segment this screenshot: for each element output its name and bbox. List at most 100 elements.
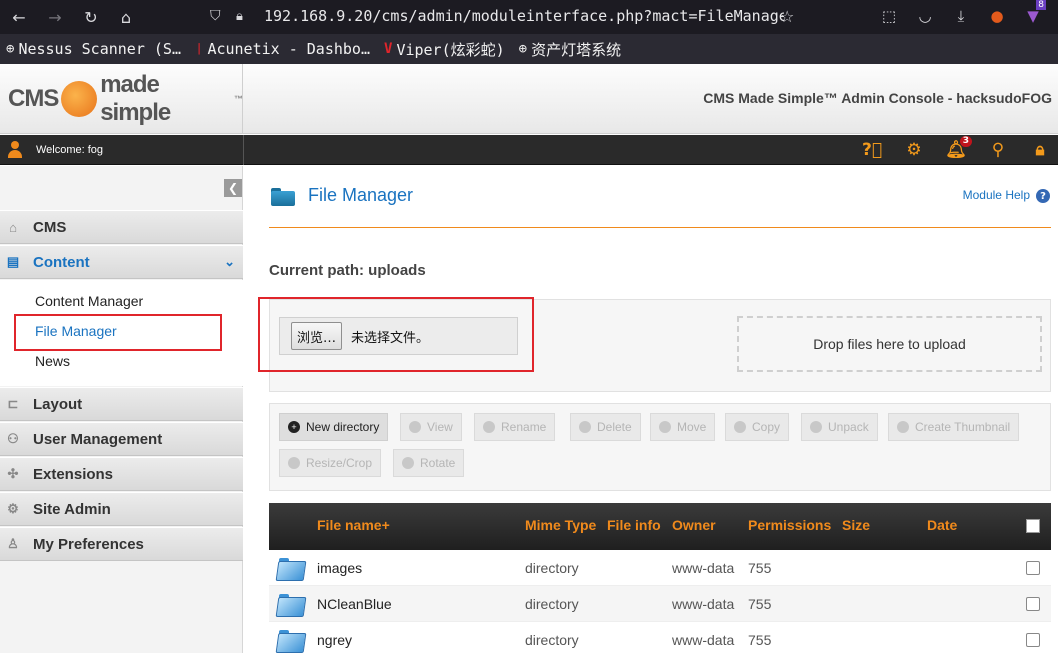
extension-icon[interactable]: ● (986, 4, 1008, 28)
puzzle-icon: ✣ (7, 466, 19, 481)
search-icon[interactable]: ⚲ (986, 139, 1010, 161)
permissions: 755 (748, 632, 772, 648)
table-row[interactable]: ngrey directory www-data 755 (269, 622, 1051, 653)
create-thumbnail-button[interactable]: Create Thumbnail (888, 413, 1020, 441)
sidebar-item-user-management[interactable]: ⚇ User Management (0, 422, 243, 456)
bookmark-star-icon[interactable]: ☆ (780, 7, 794, 26)
file-name[interactable]: ngrey (317, 632, 352, 648)
globe-icon: ⊕ (6, 41, 15, 57)
help-icon[interactable]: ? (1036, 189, 1050, 203)
plus-icon: + (288, 421, 300, 433)
gear-icon[interactable]: ⚙ (902, 139, 926, 161)
move-icon (659, 421, 671, 433)
view-icon (409, 421, 421, 433)
current-path: Current path: uploads (269, 262, 426, 279)
save-to-pocket-icon[interactable]: ⬚ (878, 4, 900, 28)
sidebar-item-extensions[interactable]: ✣ Extensions (0, 457, 243, 491)
cms-logo[interactable]: CMS made simple ™ (0, 64, 243, 134)
content-icon: ▤ (6, 254, 20, 269)
resize-crop-button[interactable]: Resize/Crop (279, 449, 382, 477)
mime-type: directory (525, 596, 579, 612)
sidebar-item-layout[interactable]: ⊏ Layout (0, 387, 243, 421)
viper-icon: V (384, 41, 393, 57)
row-checkbox[interactable] (1026, 597, 1040, 611)
column-size: Size (842, 517, 871, 533)
column-file-name[interactable]: File name+ (317, 517, 390, 533)
column-permissions: Permissions (748, 517, 832, 533)
delete-button[interactable]: Delete (570, 413, 641, 441)
address-bar[interactable]: ⛉ 🔒︎ 192.168.9.20/cms/admin/moduleinterf… (200, 1, 804, 31)
owner: www-data (672, 596, 735, 612)
extension-badge-icon[interactable]: ▼ 8 (1022, 0, 1046, 28)
bell-icon[interactable]: 🔔︎ 3 (944, 136, 972, 161)
permissions: 755 (748, 560, 772, 576)
bookmark-nessus[interactable]: ⊕ Nessus Scanner (S… (6, 40, 181, 58)
shield-icon[interactable]: ⛉ (210, 8, 221, 24)
table-header: File name+ Mime Type File info Owner Per… (269, 503, 1051, 550)
download-icon[interactable]: ⤓ (950, 4, 972, 28)
logo-island-icon (61, 81, 98, 117)
admin-toolbar: Welcome: fog ?⃝ ⚙ 🔔︎ 3 ⚲ 🔒︎ (0, 135, 1058, 165)
sidebar-item-cms[interactable]: ⌂ CMS (0, 210, 243, 244)
permissions: 755 (748, 596, 772, 612)
console-title: CMS Made Simple™ Admin Console - hacksud… (703, 90, 1052, 106)
new-directory-button[interactable]: + New directory (279, 413, 389, 441)
row-checkbox[interactable] (1026, 561, 1040, 575)
reload-icon[interactable]: ↻ (76, 2, 106, 32)
url-text[interactable]: 192.168.9.20/cms/admin/moduleinterface.p… (264, 7, 784, 25)
column-mime-type: Mime Type (525, 517, 597, 533)
file-name[interactable]: NCleanBlue (317, 596, 392, 612)
bookmark-asset-lighthouse[interactable]: ⊕ 资产灯塔系统 (519, 39, 621, 60)
select-all-checkbox[interactable] (1026, 519, 1040, 533)
logout-lock-icon[interactable]: 🔒︎ (1028, 139, 1052, 161)
rotate-button[interactable]: Rotate (393, 449, 465, 477)
submenu-content-manager[interactable]: Content Manager (35, 293, 143, 309)
image-icon (288, 457, 300, 469)
extension-badge: 8 (1036, 0, 1046, 10)
copy-button[interactable]: Copy (725, 413, 790, 441)
page-title: File Manager (308, 185, 414, 205)
folder-icon (271, 188, 295, 206)
sidebar-item-content[interactable]: ▤ Content ⌄ (0, 245, 243, 279)
folder-icon (275, 593, 307, 617)
acunetix-icon: ❘ (195, 41, 204, 57)
home-icon[interactable]: ⌂ (111, 2, 141, 32)
archive-icon (810, 421, 822, 433)
table-row[interactable]: NCleanBlue directory www-data 755 (269, 586, 1051, 622)
file-name[interactable]: images (317, 560, 362, 576)
unpack-button[interactable]: Unpack (801, 413, 878, 441)
table-row[interactable]: images directory www-data 755 (269, 550, 1051, 586)
submenu-news[interactable]: News (35, 353, 70, 369)
welcome-user: Welcome: fog (6, 141, 103, 159)
back-icon[interactable]: ← (4, 2, 34, 32)
browser-toolbar: ← → ↻ ⌂ ⛉ 🔒︎ 192.168.9.20/cms/admin/modu… (0, 0, 1058, 34)
lock-icon[interactable]: 🔒︎ (236, 9, 243, 24)
row-checkbox[interactable] (1026, 633, 1040, 647)
sidebar-item-site-admin[interactable]: ⚙ Site Admin (0, 492, 243, 526)
home-icon: ⌂ (9, 219, 17, 235)
move-button[interactable]: Move (650, 413, 716, 441)
user-icon: ♙ (7, 536, 19, 551)
trash-icon (579, 421, 591, 433)
rename-button[interactable]: Rename (474, 413, 556, 441)
user-icon (6, 141, 24, 159)
folder-icon (275, 629, 307, 653)
drop-zone[interactable]: Drop files here to upload (737, 316, 1042, 372)
bookmark-viper[interactable]: V Viper(炫彩蛇) (384, 39, 505, 60)
column-owner: Owner (672, 517, 716, 533)
owner: www-data (672, 632, 735, 648)
forward-icon[interactable]: → (40, 2, 70, 32)
collapse-sidebar-button[interactable]: ❮ (224, 179, 242, 197)
pocket-icon[interactable]: ◡ (914, 4, 936, 28)
module-help-link[interactable]: Module Help (963, 188, 1030, 202)
main-content: File Manager Module Help ? Current path:… (244, 166, 1058, 653)
view-button[interactable]: View (400, 413, 462, 441)
star-icon (897, 421, 909, 433)
cms-header: CMS made simple ™ CMS Made Simple™ Admin… (0, 64, 1058, 134)
copy-icon (734, 421, 746, 433)
bookmark-acunetix[interactable]: ❘ Acunetix - Dashbo… (195, 40, 370, 58)
highlight-box-file-manager (14, 314, 222, 351)
help-icon[interactable]: ?⃝ (860, 139, 884, 161)
file-actions-panel: + New directory View Rename Delete Move C… (269, 403, 1051, 491)
sidebar-item-my-preferences[interactable]: ♙ My Preferences (0, 527, 243, 561)
